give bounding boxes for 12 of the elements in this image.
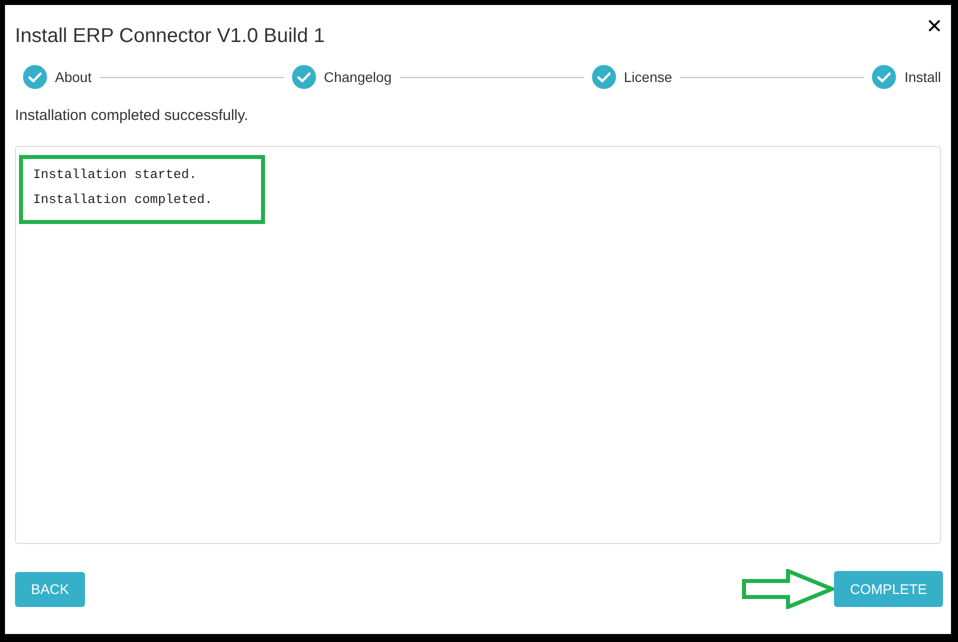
- step-label: Install: [904, 68, 942, 86]
- complete-button[interactable]: COMPLETE: [834, 571, 943, 607]
- back-button[interactable]: BACK: [15, 572, 86, 606]
- log-line: Installation completed.: [33, 191, 214, 209]
- step-label: About: [55, 68, 92, 86]
- dialog-title: Install ERP Connector V1.0 Build 1: [15, 24, 325, 49]
- close-button[interactable]: ✕: [926, 17, 943, 37]
- arrow-icon: [742, 569, 834, 609]
- step-label: License: [624, 68, 672, 86]
- log-line: Installation started.: [33, 166, 198, 184]
- step-label: Changelog: [324, 68, 392, 87]
- status-message: Installation completed successfully.: [15, 106, 250, 126]
